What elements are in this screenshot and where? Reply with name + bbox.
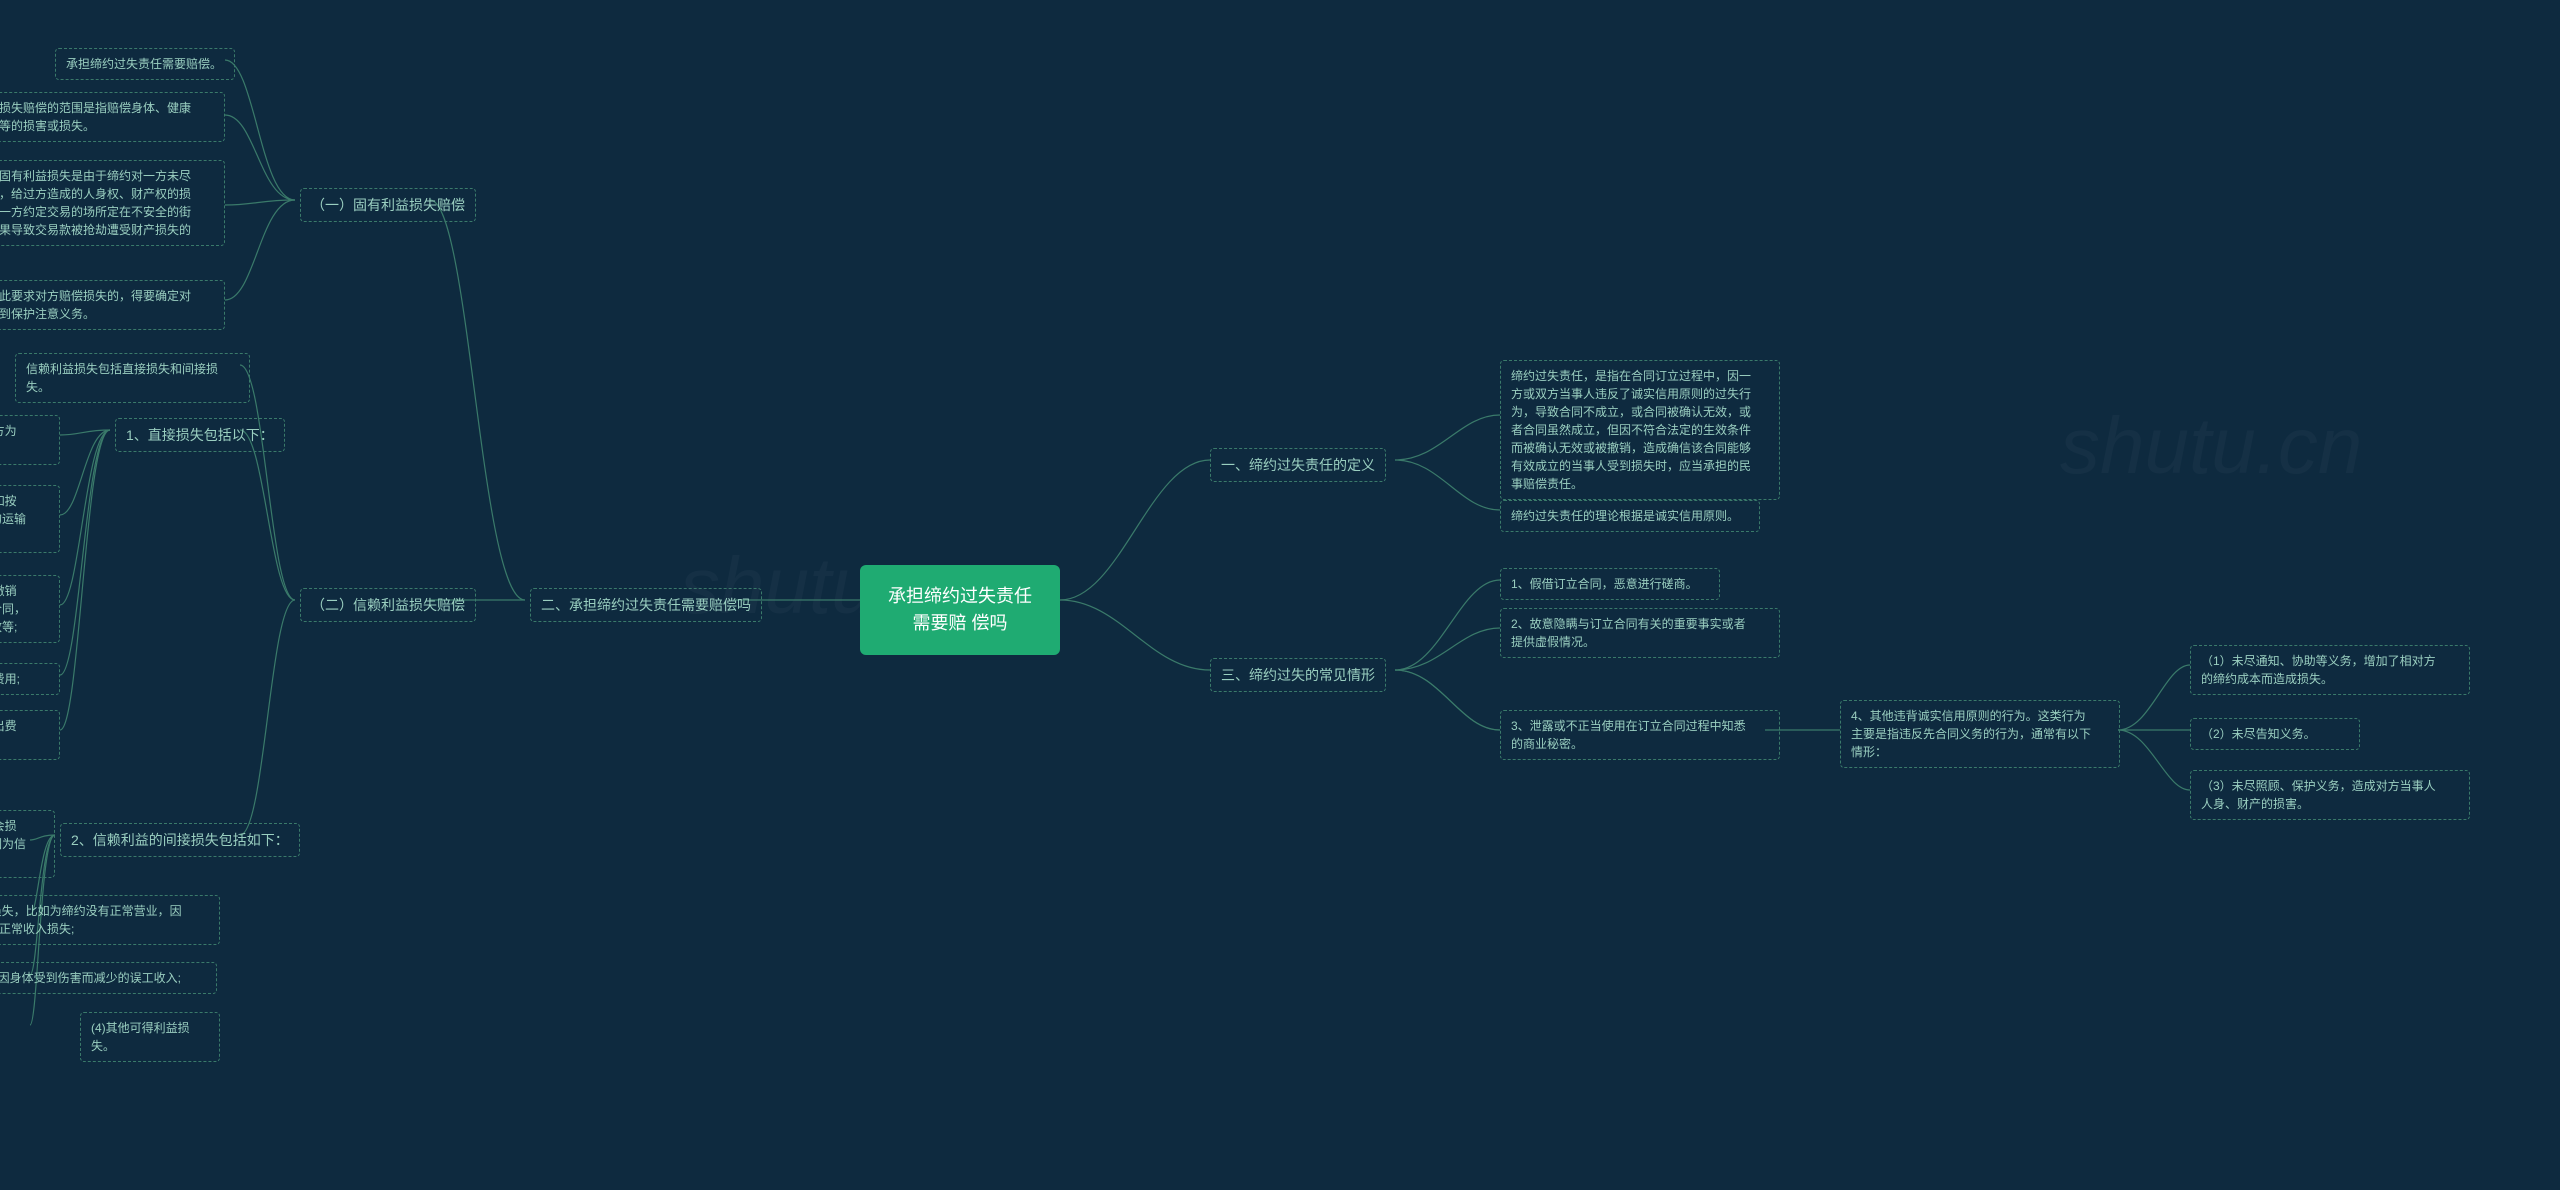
leaf-d1-e1: (1)缔约费用，如约定土地转让合同，买方为 订约赴实地考察所支付的合理费用;: [0, 415, 60, 465]
sub-direct-loss[interactable]: 1、直接损失包括以下：: [115, 418, 285, 452]
leaf-d1-e2: (2)准备履约和实际履约所支付的费用，如按 买方要求直接运输货物到签约地所负担的…: [0, 485, 60, 553]
leaf-case-2: 2、故意隐瞒与订立合同有关的重要事实或者 提供虚假情况。: [1500, 608, 1780, 658]
leaf-d2-e4: (4)其他可得利益损失。: [80, 1012, 220, 1062]
leaf-case-4-1: （1）未尽通知、协助等义务，增加了相对方 的缔约成本而造成损失。: [2190, 645, 2470, 695]
leaf-case-4-2: （2）未尽告知义务。: [2190, 718, 2360, 750]
leaf-d1-e4: (4)身体受到伤害所支付的医疗费等合同费用;: [0, 663, 60, 695]
sub-indirect-loss[interactable]: 2、信赖利益的间接损失包括如下：: [60, 823, 300, 857]
leaf-case-3: 3、泄露或不正当使用在订立合同过程中知悉 的商业秘密。: [1500, 710, 1780, 760]
sub-inherent-interest[interactable]: （一）固有利益损失赔偿: [300, 188, 476, 222]
sub-reliance-interest[interactable]: （二）信赖利益损失赔偿: [300, 588, 476, 622]
branch-compensation[interactable]: 二、承担缔约过失责任需要赔偿吗: [530, 588, 762, 622]
leaf-d1-e5: (5)缔约费用、准备履约和实际履行等支出费 用所失去的利息等。: [0, 710, 60, 760]
leaf-d2-e2: (2)利润损失，比如为缔约没有正常营业，因 此丧失的正常收入损失;: [0, 895, 220, 945]
leaf-case-4-3: （3）未尽照顾、保护义务，造成对方当事人 人身、财产的损害。: [2190, 770, 2470, 820]
center-topic[interactable]: 承担缔约过失责任需要赔 偿吗: [860, 565, 1060, 655]
watermark: shutu.cn: [2060, 400, 2362, 492]
leaf-case-4[interactable]: 4、其他违背诚实信用原则的行为。这类行为 主要是指违反先合同义务的行为，通常有以…: [1840, 700, 2120, 768]
leaf-d2-e1: (1)因信赖合同有效成立而放弃的获利机会损 失，比如本可以跟其他人订立合同，但因…: [0, 810, 55, 878]
leaf-s2-c0: 信赖利益损失包括直接损失和间接损失。: [15, 353, 250, 403]
leaf-s1-c0: 承担缔约过失责任需要赔偿。: [55, 48, 235, 80]
leaf-d2-e3: (3)因身体受到伤害而减少的误工收入;: [0, 962, 217, 994]
leaf-case-1: 1、假借订立合同，恶意进行磋商。: [1500, 568, 1720, 600]
leaf-definition-basis: 缔约过失责任的理论根据是诚实信用原则。: [1500, 500, 1760, 532]
branch-common-cases[interactable]: 三、缔约过失的常见情形: [1210, 658, 1386, 692]
leaf-definition-text: 缔约过失责任，是指在合同订立过程中，因一 方或双方当事人违反了诚实信用原则的过失…: [1500, 360, 1780, 500]
leaf-s1-c1: 固有利益损失赔偿的范围是指赔偿身体、健康 生命丧失等的损害或损失。: [0, 92, 225, 142]
leaf-d1-e3: (3)缔约过失导致合同无效、被变更或被撤销 所造成的实际损失，比如共有房屋买卖合…: [0, 575, 60, 643]
leaf-s1-c3: 不过，因此要求对方赔偿损失的，得要确定对 方是否尽到保护注意义务。: [0, 280, 225, 330]
leaf-s1-c2: 一般地，固有利益损失是由于缔约对一方未尽 保护义务，给过方造成的人身权、财产权的…: [0, 160, 225, 246]
branch-definition[interactable]: 一、缔约过失责任的定义: [1210, 448, 1386, 482]
